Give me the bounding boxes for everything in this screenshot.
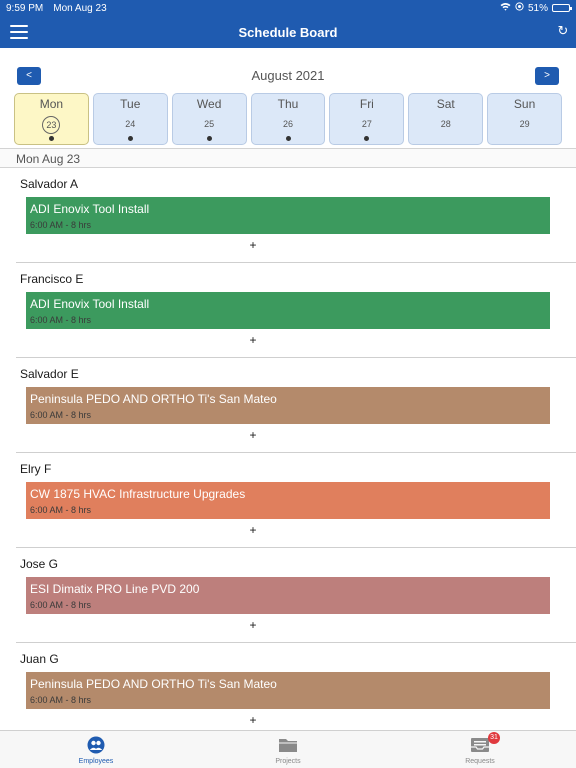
day-cell[interactable]: Fri 27: [329, 93, 405, 145]
day-cell[interactable]: Thu 26: [250, 93, 326, 145]
add-assignment-button[interactable]: +: [243, 713, 263, 729]
page-title: Schedule Board: [238, 24, 338, 40]
app-header: Schedule Board ↻: [0, 16, 576, 48]
job-time: 6:00 AM - 8 hrs: [30, 315, 92, 325]
week-selector: Mon 23 Tue 24 Wed 25 Thu 26 Fri 27 Sat 2…: [14, 93, 563, 145]
event-dot: [364, 136, 370, 141]
add-assignment-button[interactable]: +: [243, 238, 263, 254]
job-title: Peninsula PEDO AND ORTHO Ti's San Mateo: [30, 392, 277, 406]
day-cell[interactable]: Wed 25: [171, 93, 247, 145]
job-card[interactable]: ADI Enovix Tool Install 6:00 AM - 8 hrs: [26, 292, 550, 329]
status-time: 9:59 PM: [6, 2, 44, 14]
add-assignment-button[interactable]: +: [243, 618, 263, 634]
employee-row: Elry F CW 1875 HVAC Infrastructure Upgra…: [16, 453, 576, 548]
day-number: 28: [440, 119, 451, 129]
day-number: 24: [125, 119, 136, 129]
employee-name: Francisco E: [20, 272, 84, 286]
employees-icon: [86, 736, 106, 754]
employee-name: Jose G: [20, 557, 59, 571]
day-number: 26: [283, 119, 294, 129]
status-date: Mon Aug 23: [53, 2, 107, 14]
job-title: Peninsula PEDO AND ORTHO Ti's San Mateo: [30, 677, 277, 691]
employee-schedule-list: Salvador A ADI Enovix Tool Install 6:00 …: [0, 168, 576, 730]
tab-label: Employees: [78, 758, 114, 765]
location-icon: [515, 2, 524, 14]
add-assignment-button[interactable]: +: [243, 523, 263, 539]
day-cell[interactable]: Sat 28: [408, 93, 484, 145]
day-name: Fri: [359, 97, 374, 111]
battery-percent: 51%: [527, 2, 548, 14]
employee-row: Juan G Peninsula PEDO AND ORTHO Ti's San…: [16, 643, 576, 730]
job-time: 6:00 AM - 8 hrs: [30, 695, 92, 705]
event-dot: [206, 136, 212, 141]
day-cell[interactable]: Sun 29: [487, 93, 563, 145]
day-name: Sun: [513, 97, 536, 111]
requests-badge: 31: [488, 732, 500, 744]
month-title: August 2021: [251, 68, 325, 83]
day-number: 25: [204, 119, 215, 129]
selected-date-header: Mon Aug 23: [0, 148, 576, 168]
day-name: Sat: [436, 97, 455, 111]
day-number: 27: [361, 119, 372, 129]
job-title: ESI Dimatix PRO Line PVD 200: [30, 582, 200, 596]
job-time: 6:00 AM - 8 hrs: [30, 600, 92, 610]
day-name: Thu: [277, 97, 299, 111]
job-title: ADI Enovix Tool Install: [30, 202, 150, 216]
job-card[interactable]: Peninsula PEDO AND ORTHO Ti's San Mateo …: [26, 387, 550, 424]
event-dot: [285, 136, 291, 141]
employee-name: Elry F: [20, 462, 52, 476]
wifi-icon: [500, 2, 511, 14]
employee-row: Francisco E ADI Enovix Tool Install 6:00…: [16, 263, 576, 358]
day-number: 29: [519, 119, 530, 129]
inbox-icon: [470, 736, 490, 754]
job-title: CW 1875 HVAC Infrastructure Upgrades: [30, 487, 246, 501]
month-navigation: < August 2021 >: [0, 64, 576, 88]
tab-employees[interactable]: Employees: [0, 731, 192, 768]
day-name: Wed: [196, 97, 222, 111]
hamburger-menu-icon[interactable]: [10, 25, 28, 39]
selected-date-label: Mon Aug 23: [16, 152, 81, 166]
job-time: 6:00 AM - 8 hrs: [30, 505, 92, 515]
day-cell[interactable]: Tue 24: [92, 93, 168, 145]
job-card[interactable]: ESI Dimatix PRO Line PVD 200 6:00 AM - 8…: [26, 577, 550, 614]
job-time: 6:00 AM - 8 hrs: [30, 220, 92, 230]
employee-name: Salvador E: [20, 367, 79, 381]
job-card[interactable]: Peninsula PEDO AND ORTHO Ti's San Mateo …: [26, 672, 550, 709]
battery-icon: [552, 4, 572, 12]
refresh-icon[interactable]: ↻: [556, 24, 570, 38]
status-bar: 9:59 PM Mon Aug 23 51%: [0, 0, 576, 16]
day-name: Tue: [120, 97, 141, 111]
job-time: 6:00 AM - 8 hrs: [30, 410, 92, 420]
job-card[interactable]: ADI Enovix Tool Install 6:00 AM - 8 hrs: [26, 197, 550, 234]
employee-row: Salvador A ADI Enovix Tool Install 6:00 …: [16, 168, 576, 263]
day-number: 23: [42, 116, 61, 134]
job-title: ADI Enovix Tool Install: [30, 297, 150, 311]
tab-label: Projects: [275, 758, 301, 765]
add-assignment-button[interactable]: +: [243, 333, 263, 349]
employee-name: Salvador A: [20, 177, 79, 191]
employee-row: Salvador E Peninsula PEDO AND ORTHO Ti's…: [16, 358, 576, 453]
folder-icon: [278, 736, 298, 754]
employee-row: Jose G ESI Dimatix PRO Line PVD 200 6:00…: [16, 548, 576, 643]
tab-requests[interactable]: 31 Requests: [384, 731, 576, 768]
next-week-button[interactable]: >: [535, 67, 559, 85]
day-name: Mon: [39, 97, 64, 111]
job-card[interactable]: CW 1875 HVAC Infrastructure Upgrades 6:0…: [26, 482, 550, 519]
tab-label: Requests: [465, 758, 495, 765]
event-dot: [48, 136, 54, 141]
employee-name: Juan G: [20, 652, 59, 666]
day-cell[interactable]: Mon 23: [14, 93, 89, 145]
bottom-tab-bar: Employees Projects 31 Requests: [0, 730, 576, 768]
tab-projects[interactable]: Projects: [192, 731, 384, 768]
event-dot: [127, 136, 133, 141]
add-assignment-button[interactable]: +: [243, 428, 263, 444]
